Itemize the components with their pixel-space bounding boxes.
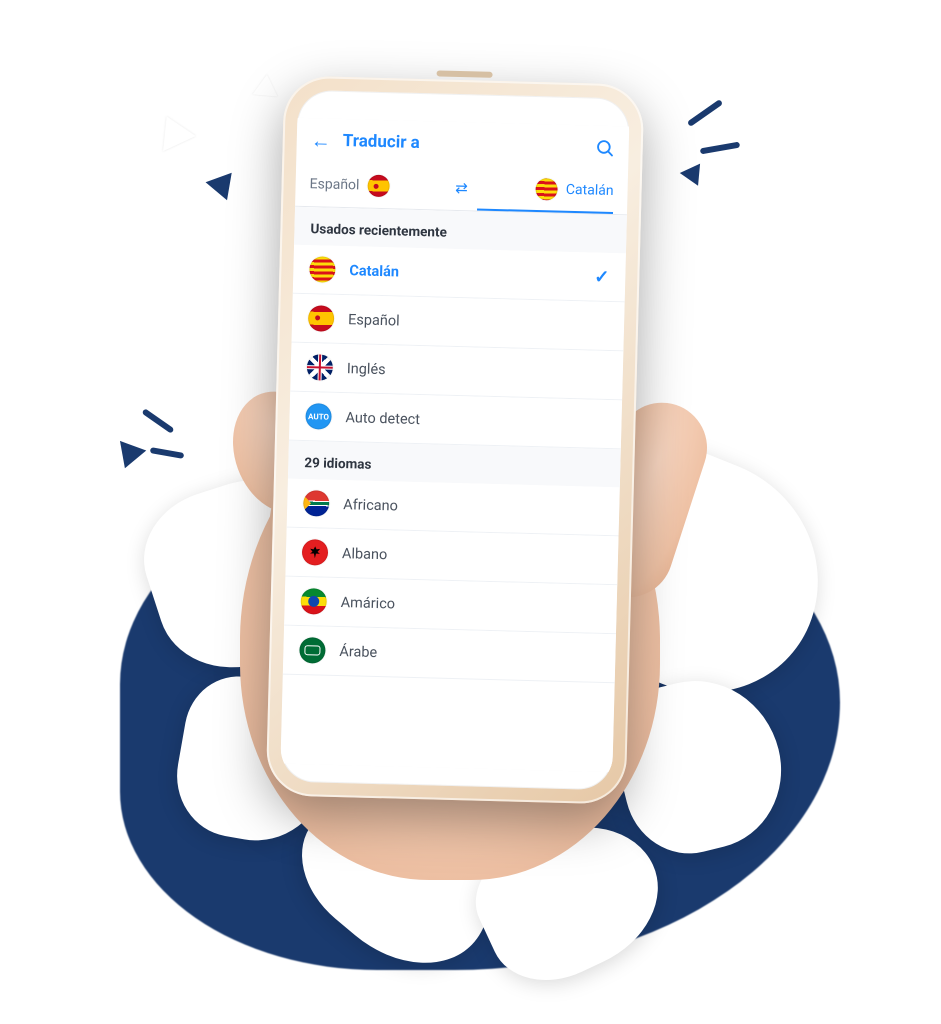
uk-flag-icon [307, 354, 334, 381]
swap-languages-button[interactable]: ⇄ [455, 179, 468, 207]
language-name: Catalán [349, 262, 399, 280]
swap-icon: ⇄ [455, 179, 468, 197]
page-title: Traducir a [343, 131, 583, 157]
albania-flag-icon [302, 539, 329, 566]
ethiopia-flag-icon [300, 588, 327, 615]
language-name: Albano [342, 545, 388, 563]
spain-flag-icon [308, 305, 335, 332]
language-name: Auto detect [345, 409, 420, 428]
source-language-selector[interactable]: Español [309, 173, 446, 209]
back-button[interactable]: ← [311, 130, 332, 151]
language-row-catalan[interactable]: Catalán ✓ [293, 245, 626, 303]
language-list[interactable]: Usados recientemente Catalán ✓ Español I… [280, 207, 626, 772]
catalan-flag-icon [536, 178, 559, 201]
source-language-label: Español [309, 176, 359, 193]
language-row-auto-detect[interactable]: AUTO Auto detect [289, 392, 622, 450]
arrow-left-icon: ← [310, 128, 331, 153]
language-row-arabic[interactable]: Árabe [283, 626, 616, 684]
language-name: Africano [343, 496, 398, 514]
screen-header: ← Traducir a Español ⇄ [295, 118, 629, 216]
spain-flag-icon [367, 175, 390, 198]
phone-device: ← Traducir a Español ⇄ [266, 75, 645, 804]
language-row-spanish[interactable]: Español [291, 294, 624, 352]
target-language-selector[interactable]: Catalán [477, 177, 614, 215]
app-screen: ← Traducir a Español ⇄ [280, 118, 629, 772]
language-row-african[interactable]: Africano [287, 479, 620, 537]
search-button[interactable] [594, 138, 615, 159]
language-row-amharic[interactable]: Amárico [284, 577, 617, 635]
phone-speaker [437, 70, 493, 77]
language-pair-bar: Español ⇄ Catalán [295, 162, 628, 215]
catalan-flag-icon [309, 256, 336, 283]
language-name: Español [348, 311, 400, 329]
language-name: Inglés [347, 360, 386, 378]
search-icon [594, 138, 615, 159]
phone-screen-bezel: ← Traducir a Español ⇄ [280, 90, 630, 790]
language-name: Árabe [339, 643, 377, 661]
auto-detect-icon: AUTO [305, 403, 332, 430]
arabic-flag-icon [299, 637, 326, 664]
target-language-label: Catalán [566, 182, 614, 199]
language-row-albanian[interactable]: Albano [285, 528, 618, 586]
language-name: Amárico [340, 594, 395, 612]
south-africa-flag-icon [303, 490, 330, 517]
language-row-english[interactable]: Inglés [290, 343, 623, 401]
check-icon: ✓ [594, 266, 610, 287]
